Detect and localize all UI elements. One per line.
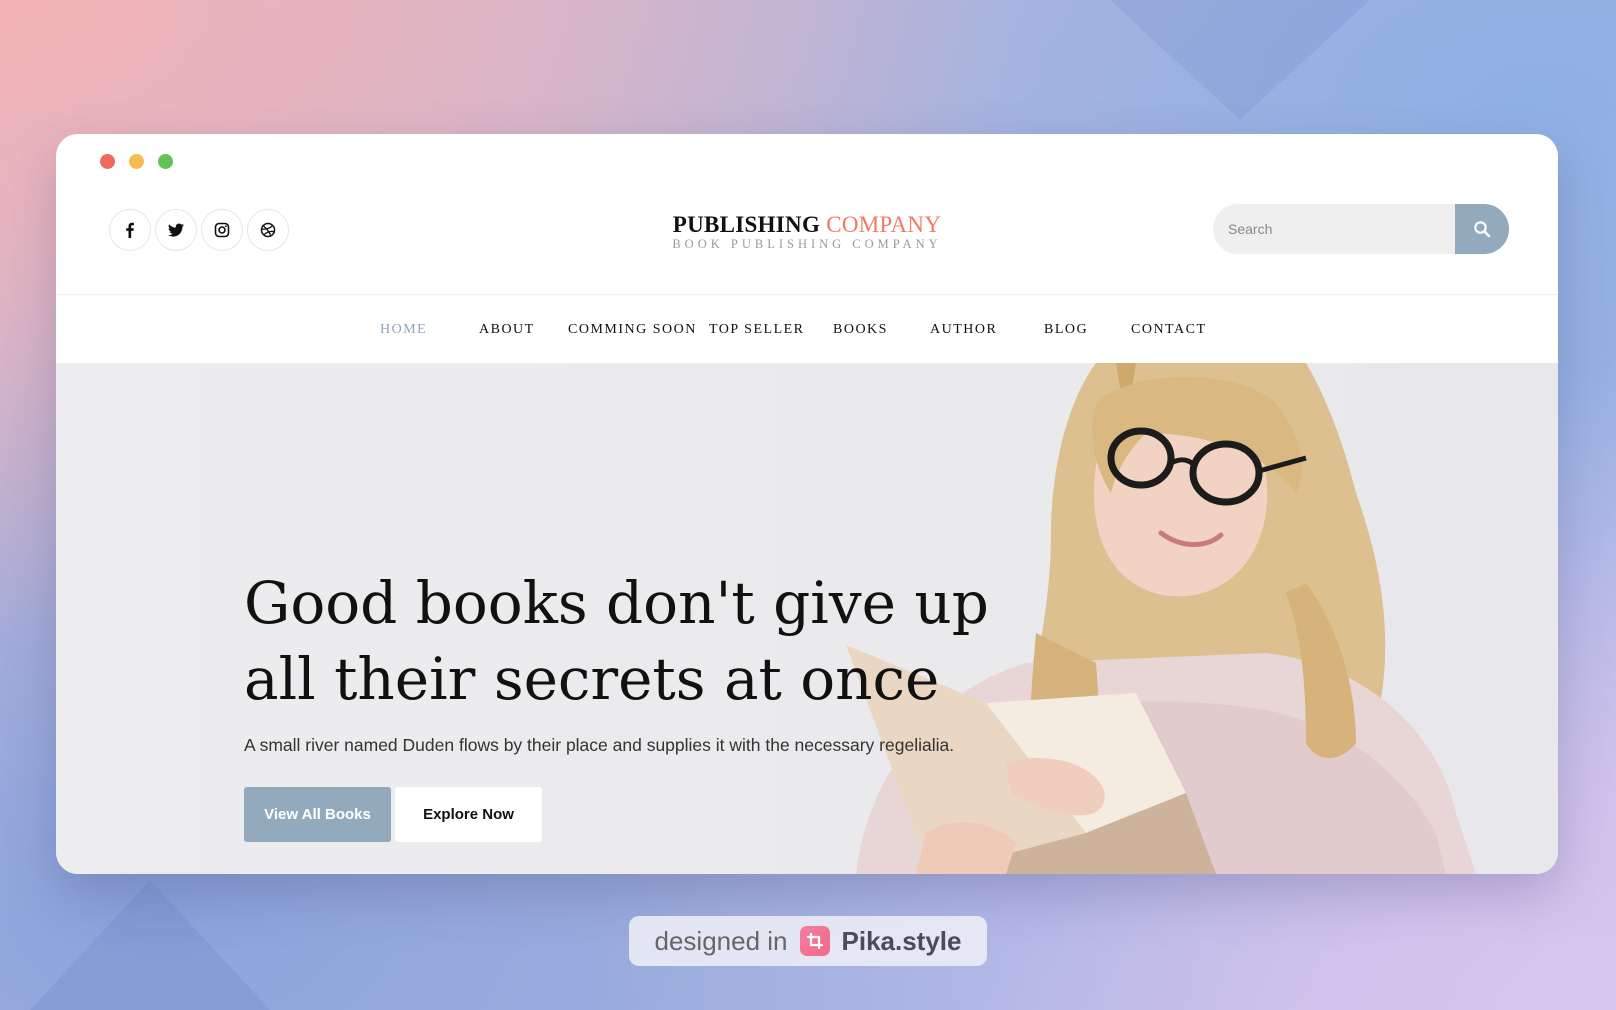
nav-item-comming-soon[interactable]: COMMING SOON (568, 295, 697, 364)
explore-now-button[interactable]: Explore Now (395, 787, 542, 842)
search-box (1213, 204, 1509, 254)
background-shape (30, 880, 270, 1010)
search-icon (1474, 221, 1491, 238)
search-input[interactable] (1213, 204, 1457, 254)
logo-primary: PUBLISHING (672, 212, 821, 237)
nav-item-about[interactable]: ABOUT (479, 295, 535, 364)
view-all-books-button[interactable]: View All Books (244, 787, 391, 842)
close-window-button[interactable] (100, 154, 115, 169)
pika-style-badge[interactable]: designed in Pika.style (629, 916, 987, 966)
nav-item-author[interactable]: AUTHOR (930, 295, 997, 364)
nav-item-books[interactable]: BOOKS (833, 295, 888, 364)
minimize-window-button[interactable] (129, 154, 144, 169)
hero-title-line-2: all their secrets at once (244, 645, 940, 713)
nav-item-top-seller[interactable]: TOP SELLER (709, 295, 805, 364)
hero-subtitle: A small river named Duden flows by their… (244, 735, 955, 755)
hero-title-line-1: Good books don't give up (244, 569, 989, 637)
site-header: PUBLISHING COMPANY BOOK PUBLISHING COMPA… (56, 189, 1558, 289)
background-shape (1110, 0, 1370, 120)
browser-window: PUBLISHING COMPANY BOOK PUBLISHING COMPA… (56, 134, 1558, 874)
main-nav: HOME ABOUT COMMING SOON TOP SELLER BOOKS… (56, 294, 1558, 364)
badge-prefix: designed in (654, 925, 788, 956)
nav-item-contact[interactable]: CONTACT (1131, 295, 1207, 364)
window-controls (100, 154, 173, 169)
nav-item-home[interactable]: HOME (380, 295, 427, 364)
maximize-window-button[interactable] (158, 154, 173, 169)
badge-brand: Pika.style (841, 925, 962, 956)
nav-item-blog[interactable]: BLOG (1044, 295, 1088, 364)
search-button[interactable] (1455, 204, 1509, 254)
hero-section: Good books don't give up all their secre… (56, 363, 1558, 874)
hero-title: Good books don't give up all their secre… (244, 565, 1004, 717)
logo-accent: COMPANY (826, 212, 942, 237)
pika-logo-icon (799, 926, 830, 956)
